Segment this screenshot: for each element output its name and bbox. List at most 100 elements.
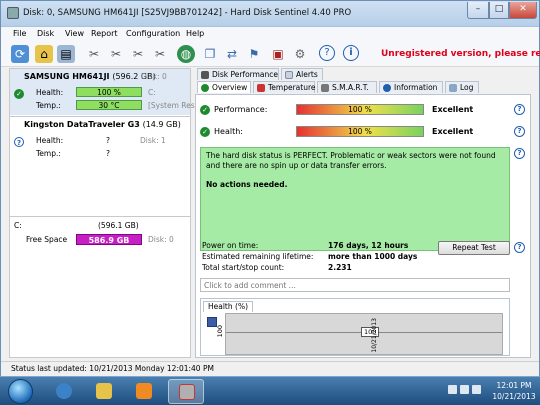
home-icon[interactable]: ⌂: [35, 45, 53, 63]
start-button[interactable]: [8, 379, 33, 404]
disk-index: Disk: 1: [140, 136, 166, 145]
menu-file[interactable]: File: [13, 29, 26, 38]
temp-bar: 30 °C: [76, 100, 142, 110]
tab-log[interactable]: Log: [445, 81, 479, 93]
disk-size: (14.9 GB): [142, 120, 181, 129]
volume-letter: C:: [14, 221, 22, 230]
drive-letter-note: C:: [148, 88, 156, 97]
disk-title: SAMSUNG HM641JI (596.2 GB): [24, 72, 156, 81]
health-graph: 100 10/21/2013: [225, 313, 503, 355]
health-rating: Excellent: [432, 127, 474, 136]
performance-label: Performance:: [214, 105, 268, 114]
tab-alerts[interactable]: Alerts: [281, 68, 323, 80]
tab-label: Disk Performance: [212, 70, 279, 79]
help-icon[interactable]: ?: [514, 242, 525, 253]
performance-rating: Excellent: [432, 105, 474, 114]
repeat-test-button[interactable]: Repeat Test: [438, 241, 510, 255]
health-bar: 100 %: [76, 87, 142, 97]
log-icon: [449, 84, 457, 92]
tray-arrow-icon[interactable]: [448, 385, 457, 394]
temp-value: ?: [106, 149, 110, 158]
disk-card-samsung[interactable]: SAMSUNG HM641JI (596.2 GB) Disk: 0 ✓ Hea…: [10, 69, 199, 115]
tools-2-icon[interactable]: ✂: [107, 45, 125, 63]
network-icon[interactable]: [460, 385, 469, 394]
tab-overview[interactable]: Overview: [197, 81, 251, 93]
tab-label: S.M.A.R.T.: [332, 83, 369, 92]
health-label: Health:: [36, 136, 64, 145]
hd-sentinel-icon: [179, 384, 195, 400]
globe-icon[interactable]: ◍: [177, 45, 195, 63]
refresh-icon[interactable]: ⟳: [11, 45, 29, 63]
toolbar: ⟳ ⌂ ▤ ✂ ✂ ✂ ✂ ◍ ❐ ⇄ ⚑ ▣ ⚙ ? i Unregister…: [1, 41, 540, 67]
test-icon[interactable]: ▣: [269, 45, 287, 63]
comment-input[interactable]: [200, 278, 510, 292]
minimize-button[interactable]: –: [467, 2, 489, 19]
volume-card-c[interactable]: C: (596.1 GB) Free Space 586.9 GB Disk: …: [10, 217, 190, 251]
volume-size: (596.1 GB): [98, 221, 139, 230]
disk-list-icon[interactable]: ▤: [57, 45, 75, 63]
system-tray: [446, 383, 486, 397]
volume-disk-ref: Disk: 0: [148, 235, 174, 244]
ok-check-icon: ✓: [14, 89, 24, 99]
status-message-box: The hard disk status is PERFECT. Problem…: [200, 147, 510, 251]
help-icon[interactable]: ?: [514, 148, 525, 159]
menu-configuration[interactable]: Configuration: [126, 29, 180, 38]
graph-date-label: 10/21/2013: [371, 318, 378, 353]
menu-disk[interactable]: Disk: [37, 29, 54, 38]
status-bar: Status last updated: 10/21/2013 Monday 1…: [1, 361, 539, 376]
status-text: The hard disk status is PERFECT. Problem…: [206, 151, 496, 170]
health-label: Health:: [214, 127, 243, 136]
disk-copy-icon[interactable]: ❐: [201, 45, 219, 63]
menu-report[interactable]: Report: [91, 29, 118, 38]
info-icon[interactable]: i: [343, 45, 359, 61]
tab-label: Alerts: [296, 70, 318, 79]
tools-3-icon[interactable]: ✂: [129, 45, 147, 63]
sync-icon[interactable]: ⇄: [223, 45, 241, 63]
power-on-value: 176 days, 12 hours: [328, 241, 409, 250]
tab-disk-performance[interactable]: Disk Performance: [197, 68, 279, 80]
tab-health-graph[interactable]: Health (%): [203, 301, 253, 312]
menu-view[interactable]: View: [65, 29, 84, 38]
taskbar-clock[interactable]: 12:01 PM 10/21/2013: [490, 380, 538, 402]
settings-icon[interactable]: ⚙: [291, 45, 309, 63]
overview-content: ✓ Performance: 100 % Excellent ? ✓ Healt…: [195, 94, 531, 358]
flag-icon[interactable]: ⚑: [245, 45, 263, 63]
health-label: Health:: [36, 88, 64, 97]
help-icon[interactable]: ?: [514, 126, 525, 137]
disk-name: SAMSUNG HM641JI: [24, 72, 110, 81]
partition-note: [System Rese: [148, 101, 200, 110]
taskbar-hd-sentinel[interactable]: [168, 379, 204, 404]
free-space-bar: 586.9 GB: [76, 234, 142, 245]
ok-check-icon: ✓: [200, 105, 210, 115]
information-icon: [383, 84, 391, 92]
tools-4-icon[interactable]: ✂: [151, 45, 169, 63]
help-icon[interactable]: ?: [514, 104, 525, 115]
taskbar-media[interactable]: [126, 379, 162, 404]
window-title: Disk: 0, SAMSUNG HM641JI [S25VJ9BB701242…: [23, 8, 352, 18]
menu-help[interactable]: Help: [186, 29, 204, 38]
disk-title: Kingston DataTraveler G3 (14.9 GB): [24, 120, 181, 129]
health-bar: 100 %: [296, 126, 424, 137]
title-bar[interactable]: Disk: 0, SAMSUNG HM641JI [S25VJ9BB701242…: [1, 1, 539, 27]
tools-icon[interactable]: ✂: [85, 45, 103, 63]
startstop-value: 2.231: [328, 263, 352, 272]
ok-check-icon: ✓: [200, 127, 210, 137]
ie-icon: [56, 383, 72, 399]
disk-card-kingston[interactable]: Kingston DataTraveler G3 (14.9 GB) ? Hea…: [10, 117, 190, 161]
temp-label: Temp.:: [36, 149, 61, 158]
tab-temperature[interactable]: Temperature: [253, 81, 316, 93]
startstop-label: Total start/stop count:: [202, 263, 285, 272]
taskbar-explorer[interactable]: [86, 379, 122, 404]
close-button[interactable]: ✕: [509, 2, 537, 19]
maximize-button[interactable]: □: [489, 2, 509, 19]
app-icon: [7, 7, 19, 19]
tab-information[interactable]: Information: [379, 81, 443, 93]
help-icon[interactable]: ?: [319, 45, 335, 61]
folder-icon: [96, 383, 112, 399]
tab-smart[interactable]: S.M.A.R.T.: [317, 81, 377, 93]
overview-icon: [201, 84, 209, 92]
details-panel: Disk Performance Alerts Overview Tempera…: [195, 68, 531, 358]
taskbar-ie[interactable]: [46, 379, 82, 404]
volume-icon[interactable]: [472, 385, 481, 394]
unregistered-link[interactable]: Unregistered version, please registe: [381, 49, 540, 59]
